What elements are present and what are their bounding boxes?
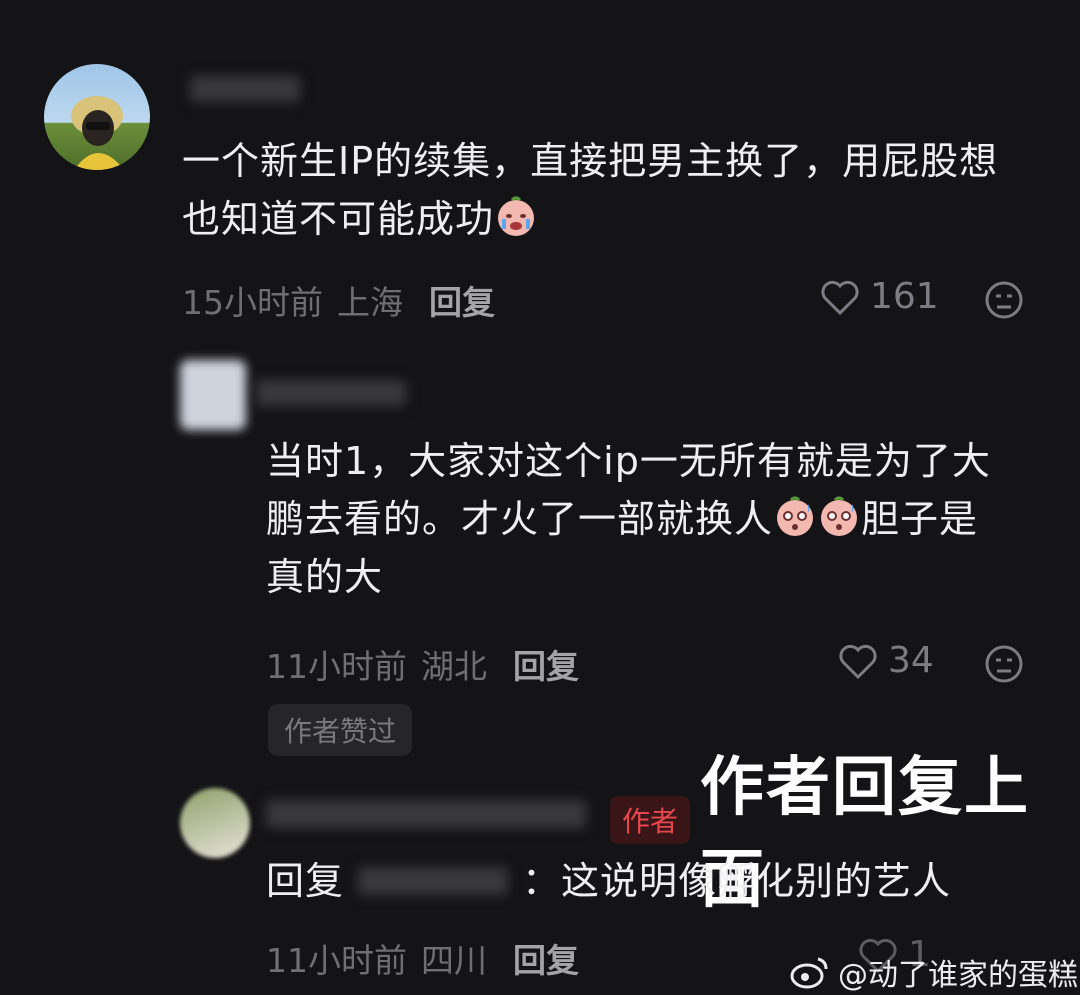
- comment-line: 鹏去看的。才火了一部就换人: [266, 497, 774, 541]
- sweating-face-icon: [821, 496, 858, 536]
- avatar-person-icon: [71, 96, 124, 170]
- comment-text: 回复 ：这说明像孵化别的艺人: [266, 852, 1056, 910]
- sweating-face-icon: [777, 496, 814, 536]
- avatar-blurred[interactable]: [180, 360, 246, 430]
- comment-line: 也知道不可能成功: [182, 197, 495, 241]
- heart-icon: [839, 644, 877, 679]
- comment-text: 一个新生IP的续集，直接把男主换了，用屁股想 也知道不可能成功: [182, 132, 1052, 248]
- comment-line: 当时1，大家对这个ip一无所有就是为了大: [266, 439, 991, 483]
- author-tag: 作者: [610, 796, 691, 844]
- weibo-logo-icon: [790, 957, 828, 989]
- location: 四川: [421, 941, 487, 980]
- dislike-face-icon[interactable]: [984, 280, 1024, 320]
- watermark: @动了谁家的蛋糕: [790, 950, 1078, 994]
- reply-prefix: 回复: [266, 859, 345, 903]
- heart-icon: [821, 280, 859, 315]
- comment-line: 一个新生IP的续集，直接把男主换了，用屁股想: [182, 139, 999, 183]
- avatar[interactable]: [44, 64, 150, 170]
- username-blurred[interactable]: [190, 76, 300, 102]
- timestamp: 15小时前: [182, 283, 323, 322]
- like-count: 34: [888, 640, 934, 681]
- reply-button[interactable]: 回复: [429, 276, 495, 324]
- watermark-text: @动了谁家的蛋糕: [838, 958, 1078, 993]
- avatar-blurred[interactable]: [180, 788, 250, 858]
- comment-meta: 11小时前 四川 回复: [266, 934, 579, 982]
- timestamp: 11小时前: [266, 941, 407, 980]
- timestamp: 11小时前: [266, 647, 407, 686]
- comment-meta: 11小时前 湖北 回复: [266, 640, 579, 688]
- like-button[interactable]: 34: [838, 640, 934, 681]
- location: 上海: [337, 283, 403, 322]
- crying-face-icon: [498, 196, 535, 236]
- location: 湖北: [421, 647, 487, 686]
- comment-meta: 15小时前 上海 回复: [182, 276, 495, 324]
- like-button[interactable]: 161: [820, 276, 939, 317]
- username-blurred[interactable]: [266, 800, 586, 828]
- username-blurred[interactable]: [256, 380, 406, 406]
- mentioned-user-blurred[interactable]: [358, 867, 509, 895]
- author-liked-badge: 作者赞过: [268, 704, 413, 756]
- like-count: 161: [870, 276, 939, 317]
- comment-line: 胆子是: [861, 497, 979, 541]
- comment-line: 真的大: [266, 555, 384, 599]
- dislike-face-icon[interactable]: [984, 644, 1024, 684]
- reply-button[interactable]: 回复: [513, 640, 579, 688]
- reply-button[interactable]: 回复: [513, 934, 579, 982]
- reply-text: ：这说明像孵化别的艺人: [522, 859, 952, 903]
- comment-text: 当时1，大家对这个ip一无所有就是为了大 鹏去看的。才火了一部就换人 胆子是 真的…: [266, 432, 1056, 606]
